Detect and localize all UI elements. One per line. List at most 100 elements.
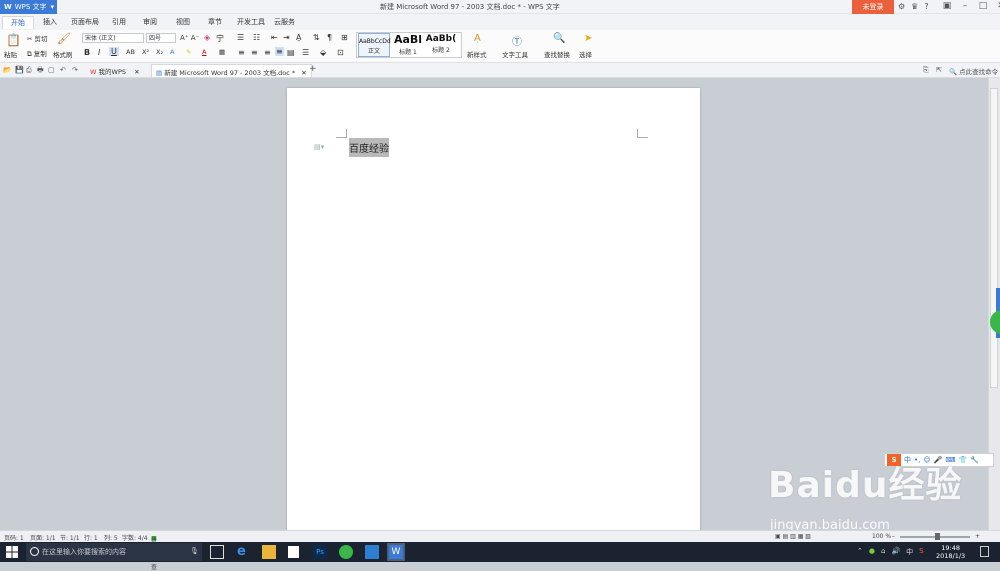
subscript-button[interactable]: X₂ (156, 48, 163, 56)
font-name-select[interactable]: 宋体 (正文) (82, 33, 144, 43)
status-words[interactable]: 字数: 4/4 (122, 533, 148, 542)
cut-button[interactable]: ✂ 剪切 (27, 33, 48, 43)
tab-review[interactable]: 审阅 (143, 17, 157, 27)
text-tools-button[interactable]: 文字工具 (502, 49, 528, 59)
maximize-button[interactable]: □ (974, 1, 992, 11)
edge-browser-icon[interactable]: e (237, 545, 251, 559)
pinyin-icon[interactable]: 宁 (216, 33, 224, 44)
tab-chapter[interactable]: 章节 (208, 17, 222, 27)
zoom-out-icon[interactable]: – (892, 533, 895, 540)
save-icon[interactable]: 💾 (15, 66, 24, 74)
style-heading1[interactable]: AaBl 标题 1 (392, 33, 424, 57)
clear-format-icon[interactable]: ◈ (204, 33, 210, 42)
tab-home[interactable]: 开始 (2, 16, 34, 29)
text-effect-icon[interactable]: A (170, 48, 174, 56)
status-row[interactable]: 行: 1 (84, 533, 98, 542)
zoom-level[interactable]: 100 % (872, 533, 891, 540)
border-icon[interactable]: ⊡ (337, 48, 344, 57)
open-icon[interactable]: 📂 (3, 66, 12, 74)
select-button[interactable]: 选择 (579, 49, 592, 59)
close-tab-icon[interactable]: ✕ (134, 68, 139, 76)
settings-icon[interactable]: ⚙ (898, 2, 905, 11)
highlight-icon[interactable]: ✎ (186, 48, 191, 56)
print-icon[interactable]: 🖶 (37, 66, 44, 77)
table-icon[interactable]: ⊞ (341, 33, 348, 42)
underline-button[interactable]: U (109, 47, 119, 56)
volume-icon[interactable]: 🔊 (891, 547, 900, 557)
find-command-search[interactable]: 🔍 点此查找命令 (949, 66, 998, 76)
file-explorer-icon[interactable] (262, 545, 276, 559)
style-normal[interactable]: AaBbCcDd 正文 (358, 33, 391, 57)
char-border-icon[interactable]: ▦ (219, 48, 225, 56)
task-view-icon[interactable] (210, 545, 224, 559)
close-button[interactable]: ✕ (992, 1, 1000, 11)
network-icon[interactable]: ⌂ (881, 547, 885, 557)
paste-button[interactable]: 粘贴 (4, 49, 17, 59)
find-replace-icon[interactable]: 🔍 (553, 33, 565, 44)
undo-icon[interactable]: ↶ (60, 66, 66, 74)
distribute-icon[interactable]: ▤ (287, 48, 295, 57)
align-right-icon[interactable]: ≡ (264, 48, 271, 57)
doc-tab-current[interactable]: ▤ 新建 Microsoft Word 97 - 2003 文档.doc * ✕ (151, 64, 312, 77)
status-pages[interactable]: 页面: 1/1 (30, 533, 56, 542)
app-menu-button[interactable]: W WPS 文字 ▾ (0, 0, 57, 14)
font-size-select[interactable]: 四号 (146, 33, 176, 43)
bold-button[interactable]: B (84, 48, 90, 57)
bullet-list-icon[interactable]: ☰ (237, 33, 244, 42)
redo-icon[interactable]: ↷ (72, 66, 78, 74)
export-pdf-icon[interactable]: ⎙ (26, 66, 32, 75)
shading-icon[interactable]: ⬙ (320, 48, 326, 57)
grow-font-icon[interactable]: A⁺ A⁻ (180, 34, 199, 42)
doc-tab-my-wps[interactable]: W 我的WPS ✕ (86, 64, 144, 77)
taskbar-clock[interactable]: 19:48 2018/1/3 (936, 544, 965, 560)
show-marks-icon[interactable]: ¶ (327, 33, 332, 42)
photoshop-icon[interactable]: Ps (313, 545, 327, 559)
italic-button[interactable]: I (98, 48, 100, 57)
taskbar-search-box[interactable]: 在这里输入你要搜索的内容 🎙 (26, 543, 202, 561)
wps-writer-taskbar-icon[interactable]: W (387, 543, 405, 561)
tab-cloud[interactable]: 云服务 (274, 17, 295, 27)
align-left-icon[interactable]: ≡ (238, 48, 245, 57)
mic-icon[interactable]: 🎙 (190, 547, 199, 555)
line-spacing-icon[interactable]: ☰ (302, 48, 309, 57)
notification-icon[interactable] (980, 546, 989, 557)
sort-icon[interactable]: ⇅ (313, 33, 320, 42)
tray-chevron-up-icon[interactable]: ⌃ (857, 547, 863, 557)
new-style-button[interactable]: 新样式 (467, 49, 487, 59)
find-replace-button[interactable]: 查找替换 (544, 49, 570, 59)
status-page-num[interactable]: 页码: 1 (4, 533, 24, 542)
tools-icon[interactable]: 🔧 (970, 456, 979, 464)
copy-button[interactable]: ⧉ 复制 (27, 48, 47, 59)
login-button[interactable]: 未登录 (852, 0, 894, 14)
app-blue-icon[interactable] (365, 545, 379, 559)
zoom-slider-knob[interactable] (935, 533, 940, 540)
superscript-button[interactable]: X² (142, 48, 149, 56)
minimize-button[interactable]: – (956, 1, 974, 11)
new-tab-icon[interactable]: + (309, 64, 317, 74)
pin-icon[interactable]: ⇱ (936, 66, 942, 74)
app-green-icon[interactable] (339, 545, 353, 559)
tab-insert[interactable]: 插入 (43, 17, 57, 27)
format-painter-icon[interactable]: 🖌 (57, 32, 71, 45)
align-center-icon[interactable]: ≡ (251, 48, 258, 57)
numbered-list-icon[interactable]: ☷ (253, 33, 260, 42)
selected-text[interactable]: 百度经验 (349, 138, 389, 157)
increase-indent-icon[interactable]: ⇥ (283, 33, 290, 42)
paste-icon[interactable]: 📋 (6, 33, 21, 47)
format-painter-button[interactable]: 格式刷 (53, 49, 73, 59)
tab-page-layout[interactable]: 页面布局 (71, 17, 99, 27)
windows-start-icon[interactable] (6, 546, 18, 558)
paragraph-handle-icon[interactable]: ▤▾ (314, 143, 324, 151)
tab-view[interactable]: 视图 (176, 17, 190, 27)
sogou-tray-icon[interactable]: S (919, 547, 923, 557)
strikethrough-button[interactable]: AB (126, 48, 135, 56)
text-tools-icon[interactable]: Ⓣ (512, 33, 522, 48)
restore-panel-icon[interactable]: ▣ (938, 1, 956, 11)
share-icon[interactable]: ⎘ (923, 66, 929, 75)
scroll-thumb[interactable] (990, 88, 998, 388)
zoom-in-icon[interactable]: + (975, 533, 980, 540)
skin-icon[interactable]: ♛ (911, 2, 918, 11)
tray-app-icon[interactable]: ● (869, 547, 875, 557)
justify-icon[interactable]: ≡ (275, 47, 284, 56)
tab-developer[interactable]: 开发工具 (237, 17, 265, 27)
